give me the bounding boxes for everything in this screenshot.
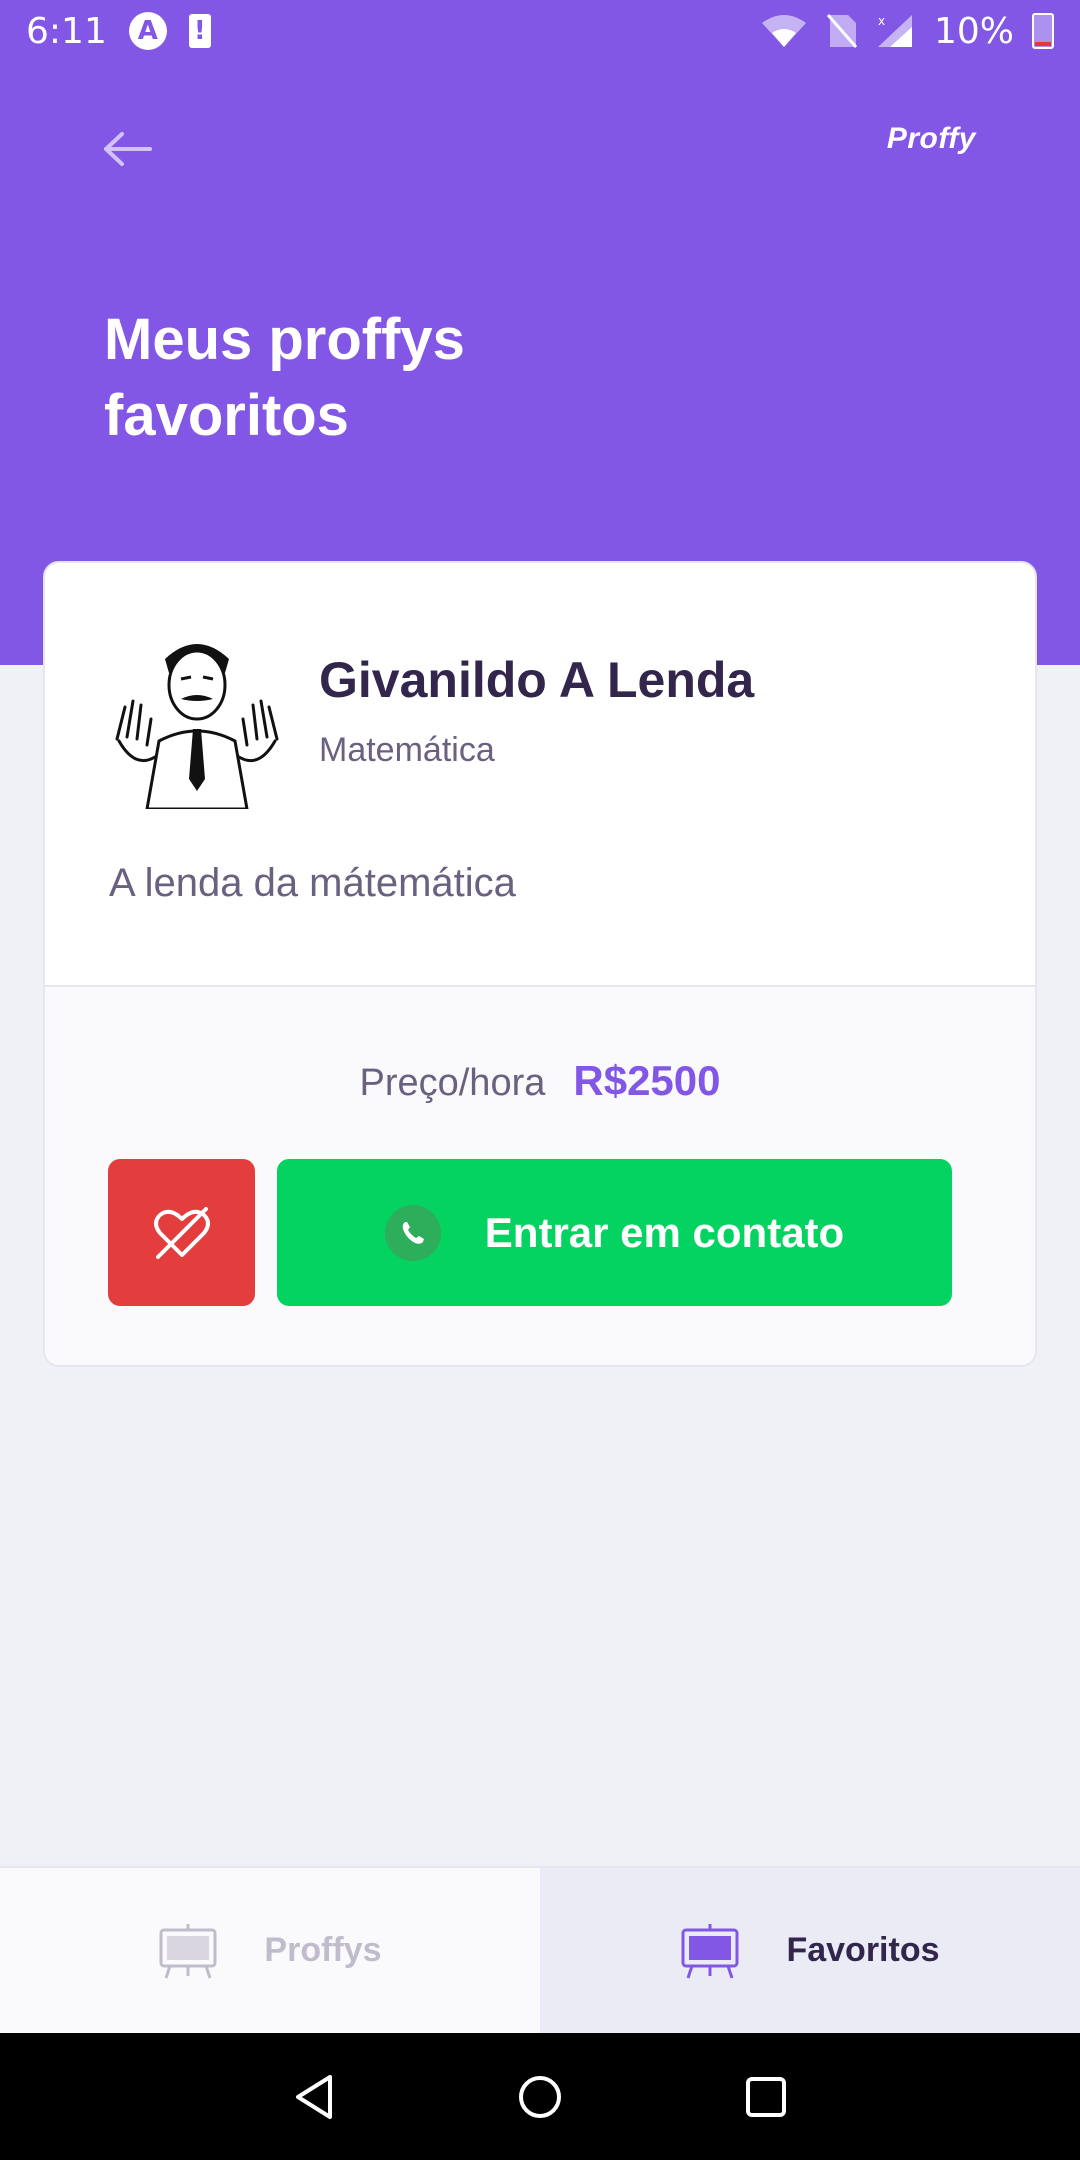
easel-icon — [159, 1923, 217, 1978]
tab-favoritos[interactable]: Favoritos — [540, 1868, 1080, 2033]
price-label: Preço/hora — [359, 1062, 546, 1104]
battery-percent: 10% — [933, 10, 1014, 52]
app-notification-icon: A — [128, 12, 167, 50]
status-bar: 6:11 A ! x 10% — [0, 0, 1080, 62]
unfavorite-button[interactable] — [108, 1159, 255, 1306]
price-row: Preço/hora R$2500 — [45, 1057, 1035, 1105]
teacher-name: Givanildo A Lenda — [319, 652, 755, 708]
contact-button[interactable]: Entrar em contato — [277, 1159, 952, 1306]
card-footer: Preço/hora R$2500 Entrar em contato — [45, 985, 1035, 1365]
circle-home-icon — [519, 2075, 561, 2118]
easel-icon — [681, 1923, 739, 1978]
alert-notification-icon: ! — [188, 14, 211, 48]
page-title-line2: favoritos — [104, 383, 349, 448]
system-nav-bar — [0, 2033, 1080, 2160]
signal-icon: x — [877, 14, 912, 47]
tab-proffys[interactable]: Proffys — [0, 1868, 540, 2033]
teacher-subject: Matemática — [319, 731, 495, 769]
page-title: Meus proffys favoritos — [104, 302, 624, 454]
back-button[interactable] — [100, 127, 156, 171]
status-time: 6:11 — [26, 10, 107, 52]
brand-logo: Proffy — [886, 122, 976, 155]
battery-icon — [1032, 13, 1054, 49]
nav-recents-button[interactable] — [738, 2069, 794, 2125]
heart-off-icon — [153, 1206, 210, 1259]
price-value: R$2500 — [573, 1057, 721, 1104]
arrow-left-icon — [104, 132, 152, 166]
tab-favoritos-label: Favoritos — [786, 1931, 940, 1969]
avatar — [107, 629, 287, 809]
square-recents-icon — [746, 2076, 786, 2117]
triangle-back-icon — [296, 2074, 332, 2119]
svg-text:x: x — [878, 14, 885, 28]
status-right: x 10% — [760, 11, 1054, 52]
nav-back-button[interactable] — [286, 2069, 342, 2125]
status-left: 6:11 A ! — [26, 11, 211, 52]
wifi-icon — [761, 15, 806, 47]
teacher-bio: A lenda da mátemática — [109, 861, 516, 905]
contact-button-label: Entrar em contato — [484, 1208, 845, 1256]
whatsapp-icon — [384, 1204, 441, 1261]
bottom-tab-bar: Proffys Favoritos — [0, 1866, 1080, 2033]
teacher-card: Givanildo A Lenda Matemática A lenda da … — [43, 561, 1037, 1367]
nav-home-button[interactable] — [512, 2069, 568, 2125]
tab-proffys-label: Proffys — [264, 1931, 382, 1969]
page-title-line1: Meus proffys — [104, 307, 465, 372]
no-sim-icon — [826, 14, 858, 48]
